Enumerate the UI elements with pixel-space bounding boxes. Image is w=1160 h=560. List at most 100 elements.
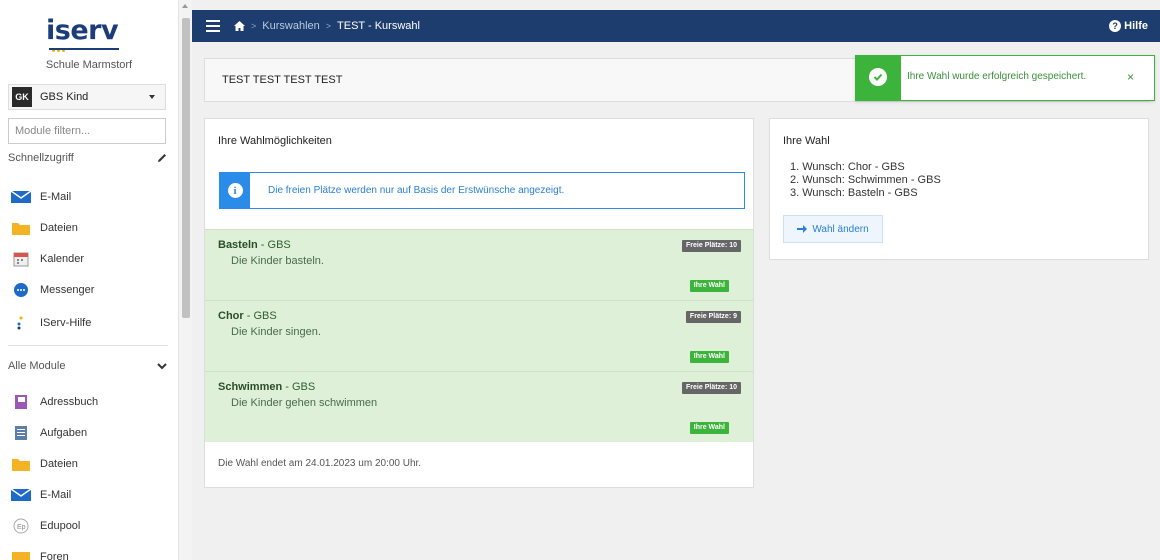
scroll-up-icon[interactable] — [182, 4, 188, 8]
course-description: Die Kinder basteln. — [231, 255, 324, 267]
close-icon[interactable]: × — [1127, 70, 1134, 84]
free-places-badge: Freie Plätze: 10 — [682, 382, 741, 394]
sidebar-divider — [8, 345, 168, 346]
course-description: Die Kinder gehen schwimmen — [231, 397, 378, 409]
chevron-down-icon[interactable] — [156, 360, 168, 372]
edupool-icon: Ep — [10, 518, 32, 534]
help-dots-icon — [10, 315, 32, 331]
sidebar: iserv Schule Marmstorf GK GBS Kind Schne… — [0, 0, 178, 560]
course-item[interactable]: Chor - GBS Die Kinder singen. Freie Plät… — [205, 300, 753, 371]
sidebar-item-label: Edupool — [40, 520, 81, 532]
sidebar-item-forums[interactable]: Foren — [10, 546, 168, 560]
logo-dots — [52, 43, 72, 52]
mail-icon — [10, 487, 32, 503]
sidebar-item-label: Messenger — [40, 284, 95, 296]
addressbook-icon — [10, 394, 32, 410]
calendar-icon — [10, 251, 32, 267]
info-icon-box: i — [220, 173, 250, 208]
scrollbar-thumb[interactable] — [182, 18, 190, 318]
folder-icon — [10, 456, 32, 472]
course-name: Chor — [218, 310, 244, 322]
page-title: TEST TEST TEST TEST — [222, 74, 343, 86]
breadcrumb-separator: > — [325, 21, 332, 31]
pencil-icon[interactable] — [156, 152, 168, 164]
options-panel: Ihre Wahlmöglichkeiten i Die freien Plät… — [204, 118, 754, 488]
chat-icon — [10, 282, 32, 298]
deadline-text: Die Wahl endet am 24.01.2023 um 20:00 Uh… — [218, 458, 422, 469]
group-name: GBS Kind — [40, 91, 89, 103]
course-name: Schwimmen — [218, 381, 283, 393]
sidebar-item-edupool[interactable]: Ep Edupool — [10, 515, 168, 537]
help-label: Hilfe — [1124, 20, 1148, 32]
sidebar-item-label: Dateien — [40, 222, 78, 234]
sidebar-item-email[interactable]: E-Mail — [10, 186, 168, 208]
options-heading: Ihre Wahlmöglichkeiten — [218, 135, 332, 147]
sidebar-scrollbar[interactable] — [178, 0, 192, 560]
sidebar-item-messenger[interactable]: Messenger — [10, 279, 168, 301]
breadcrumb-course-selections[interactable]: Kurswahlen — [262, 20, 319, 32]
group-avatar: GK — [12, 87, 32, 107]
change-choice-button[interactable]: Wahl ändern — [783, 215, 883, 243]
your-choice-badge: Ihre Wahl — [689, 280, 729, 292]
wish-item: 2. Wunsch: Schwimmen - GBS — [790, 174, 941, 186]
breadcrumb-current: TEST - Kurswahl — [337, 20, 420, 32]
all-modules-header[interactable]: Alle Module — [8, 360, 168, 372]
sidebar-item-label: E-Mail — [40, 191, 72, 203]
toast-message: Ihre Wahl wurde erfolgreich gespeichert. — [907, 71, 1087, 82]
group-selector[interactable]: GK GBS Kind — [8, 84, 166, 110]
tasks-icon — [10, 425, 32, 441]
breadcrumb-separator: > — [251, 21, 257, 31]
your-choice-badge: Ihre Wahl — [689, 422, 729, 434]
sidebar-item-email-module[interactable]: E-Mail — [10, 484, 168, 506]
wish-item: 1. Wunsch: Chor - GBS — [790, 161, 905, 173]
course-title: Schwimmen - GBS — [218, 381, 315, 393]
choice-panel: Ihre Wahl 1. Wunsch: Chor - GBS 2. Wunsc… — [769, 118, 1149, 260]
logo-text: iserv — [46, 15, 119, 46]
info-icon: i — [227, 183, 243, 198]
sidebar-item-iserv-help[interactable]: IServ-Hilfe — [10, 312, 168, 334]
sidebar-item-label: Foren — [40, 551, 69, 560]
question-icon: ? — [1109, 20, 1122, 32]
info-alert: i Die freien Plätze werden nur auf Basis… — [219, 172, 745, 209]
sidebar-item-files-module[interactable]: Dateien — [10, 453, 168, 475]
sidebar-item-label: Aufgaben — [40, 427, 88, 439]
arrow-right-icon — [797, 225, 808, 233]
free-places-badge: Freie Plätze: 9 — [685, 311, 741, 323]
your-choice-badge: Ihre Wahl — [689, 351, 729, 363]
help-link[interactable]: ? Hilfe — [1109, 10, 1148, 42]
course-description: Die Kinder singen. — [231, 326, 321, 338]
sidebar-item-files[interactable]: Dateien — [10, 217, 168, 239]
info-text: Die freien Plätze werden nur auf Basis d… — [268, 185, 565, 196]
sidebar-item-tasks[interactable]: Aufgaben — [10, 422, 168, 444]
free-places-badge: Freie Plätze: 10 — [682, 240, 741, 252]
quick-access-label: Schnellzugriff — [8, 152, 74, 164]
home-icon[interactable] — [234, 21, 245, 31]
iserv-logo[interactable]: iserv — [46, 15, 126, 52]
caret-down-icon — [149, 95, 155, 99]
course-group: - GBS — [282, 381, 316, 393]
course-item[interactable]: Schwimmen - GBS Die Kinder gehen schwimm… — [205, 371, 753, 442]
sidebar-item-label: Adressbuch — [40, 396, 99, 408]
sidebar-item-label: E-Mail — [40, 489, 72, 501]
course-group: - GBS — [243, 310, 277, 322]
sidebar-item-addressbook[interactable]: Adressbuch — [10, 391, 168, 413]
sidebar-item-label: Dateien — [40, 458, 78, 470]
course-title: Chor - GBS — [218, 310, 277, 322]
course-title: Basteln - GBS — [218, 239, 291, 251]
folder-icon — [10, 220, 32, 236]
wish-item: 3. Wunsch: Basteln - GBS — [790, 187, 918, 199]
forum-icon — [10, 549, 32, 560]
sidebar-item-label: IServ-Hilfe — [40, 317, 92, 329]
menu-icon[interactable] — [206, 20, 220, 32]
logo-underline — [49, 48, 119, 50]
quick-access-header: Schnellzugriff — [8, 152, 168, 164]
change-choice-label: Wahl ändern — [812, 223, 869, 235]
check-circle-icon — [869, 68, 887, 86]
mail-icon — [10, 189, 32, 205]
school-name: Schule Marmstorf — [45, 59, 133, 71]
sidebar-item-label: Kalender — [40, 253, 85, 265]
module-filter-input[interactable] — [8, 118, 166, 144]
course-item[interactable]: Basteln - GBS Die Kinder basteln. Freie … — [205, 229, 753, 300]
sidebar-item-calendar[interactable]: Kalender — [10, 248, 168, 270]
all-modules-label: Alle Module — [8, 360, 66, 372]
